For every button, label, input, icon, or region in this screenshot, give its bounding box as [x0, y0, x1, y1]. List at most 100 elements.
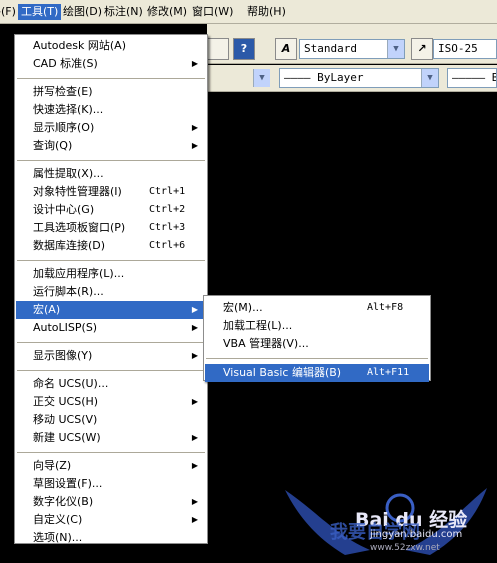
menu-item-label: 宏(M)...: [223, 301, 263, 314]
submenu-arrow-icon: ▶: [191, 351, 198, 360]
menu-item-shortcut: Ctrl+2: [149, 204, 186, 215]
menu-item[interactable]: 显示图像(Y) ▶: [16, 347, 206, 365]
linetype-value: ———— ByLayer: [284, 71, 364, 84]
menu-item[interactable]: 查询(Q) ▶: [16, 137, 206, 155]
menu-item-label: 正交 UCS(H): [33, 395, 99, 408]
menu-item[interactable]: AutoLISP(S) ▶: [16, 319, 206, 337]
lineweight-select[interactable]: ————— B: [447, 68, 497, 88]
dim-style-value: ISO-25: [438, 42, 478, 55]
menu-item[interactable]: 自定义(C) ▶: [16, 511, 206, 529]
menu-item-label: Visual Basic 编辑器(B): [223, 366, 342, 379]
menu-item-label: 草图设置(F)...: [33, 477, 103, 490]
menu-0[interactable]: 文件(F): [0, 4, 19, 20]
menu-item[interactable]: Visual Basic 编辑器(B) Alt+F11: [205, 364, 429, 382]
chevron-down-icon[interactable]: ▼: [387, 40, 404, 58]
menu-item-label: 数字化仪(B): [33, 495, 94, 508]
menu-item[interactable]: 设计中心(G) Ctrl+2: [16, 201, 206, 219]
menu-separator: [17, 260, 205, 261]
linetype-select[interactable]: ———— ByLayer ▼: [279, 68, 439, 88]
menu-item-label: 命名 UCS(U)...: [33, 377, 109, 390]
menu-item[interactable]: VBA 管理器(V)...: [205, 335, 429, 353]
menu-item[interactable]: 对象特性管理器(I) Ctrl+1: [16, 183, 206, 201]
menu-5[interactable]: 窗口(W): [189, 4, 236, 20]
layer-select[interactable]: ▼: [207, 68, 271, 88]
menu-item[interactable]: 快速选择(K)...: [16, 101, 206, 119]
menu-item[interactable]: 运行脚本(R)...: [16, 283, 206, 301]
dim-style-icon[interactable]: ↗: [411, 38, 433, 60]
menu-item-label: Autodesk 网站(A): [33, 39, 126, 52]
menu-item-shortcut: Ctrl+3: [149, 222, 186, 233]
menu-item[interactable]: Autodesk 网站(A): [16, 37, 206, 55]
menu-item-label: 向导(Z): [33, 459, 72, 472]
menu-item[interactable]: 加载工程(L)...: [205, 317, 429, 335]
menu-6[interactable]: 帮助(H): [244, 4, 289, 20]
menu-item[interactable]: 数字化仪(B) ▶: [16, 493, 206, 511]
menu-item[interactable]: 宏(A) ▶: [16, 301, 206, 319]
submenu-arrow-icon: ▶: [191, 461, 198, 470]
menu-item-label: CAD 标准(S): [33, 57, 98, 70]
menu-2[interactable]: 绘图(D): [60, 4, 105, 20]
submenu-arrow-icon: ▶: [191, 497, 198, 506]
menu-item[interactable]: 新建 UCS(W) ▶: [16, 429, 206, 447]
menu-item-label: 查询(Q): [33, 139, 73, 152]
layers-toolbar: ▼ ———— ByLayer ▼ ————— B: [207, 65, 497, 92]
menu-item[interactable]: 加载应用程序(L)...: [16, 265, 206, 283]
menu-item-label: VBA 管理器(V)...: [223, 337, 309, 350]
menu-item-shortcut: Ctrl+6: [149, 240, 186, 251]
menu-separator: [17, 160, 205, 161]
menu-4[interactable]: 修改(M): [144, 4, 190, 20]
menu-1[interactable]: 工具(T): [18, 4, 62, 20]
menu-item[interactable]: 宏(M)... Alt+F8: [205, 299, 429, 317]
menu-item-label: 对象特性管理器(I): [33, 185, 122, 198]
text-style-value: Standard: [304, 42, 357, 55]
toolbar-button[interactable]: [207, 38, 229, 60]
menu-item[interactable]: 草图设置(F)...: [16, 475, 206, 493]
menu-item-label: 显示图像(Y): [33, 349, 93, 362]
lineweight-value: ————— B: [452, 71, 497, 84]
menu-item[interactable]: 显示顺序(O) ▶: [16, 119, 206, 137]
menu-item[interactable]: 命名 UCS(U)...: [16, 375, 206, 393]
menu-item-shortcut: Alt+F11: [367, 367, 410, 378]
watermark-url: jingyan.baidu.com: [370, 529, 463, 540]
tools-menu: Autodesk 网站(A) CAD 标准(S) ▶ 拼写检查(E) 快速选择(K)..…: [14, 34, 208, 544]
menu-item-label: 自定义(C): [33, 513, 83, 526]
menu-item[interactable]: 数据库连接(D) Ctrl+6: [16, 237, 206, 255]
menu-item[interactable]: 属性提取(X)...: [16, 165, 206, 183]
menu-item-label: 数据库连接(D): [33, 239, 106, 252]
menu-item-shortcut: Ctrl+1: [149, 186, 186, 197]
dim-style-select[interactable]: ISO-25: [433, 39, 497, 59]
menu-item[interactable]: 工具选项板窗口(P) Ctrl+3: [16, 219, 206, 237]
menu-item-label: 加载工程(L)...: [223, 319, 293, 332]
menu-item[interactable]: 向导(Z) ▶: [16, 457, 206, 475]
menu-separator: [206, 358, 428, 359]
submenu-arrow-icon: ▶: [191, 141, 198, 150]
menu-item[interactable]: 正交 UCS(H) ▶: [16, 393, 206, 411]
watermark-url2: www.52zxw.net: [370, 543, 440, 553]
submenu-arrow-icon: ▶: [191, 323, 198, 332]
menu-bar: 文件(F)工具(T)绘图(D)标注(N)修改(M)窗口(W) 帮助(H): [0, 0, 497, 24]
menu-item-label: 移动 UCS(V): [33, 413, 98, 426]
menu-item-label: AutoLISP(S): [33, 321, 98, 334]
toolbar-top-strip: [207, 24, 497, 35]
chevron-down-icon[interactable]: ▼: [421, 69, 438, 87]
menu-item-label: 新建 UCS(W): [33, 431, 101, 444]
submenu-arrow-icon: ▶: [191, 305, 198, 314]
menu-item-label: 快速选择(K)...: [33, 103, 104, 116]
styles-toolbar: ? A Standard ▼ ↗ ISO-25: [207, 35, 497, 64]
menu-item[interactable]: 移动 UCS(V): [16, 411, 206, 429]
menu-3[interactable]: 标注(N): [101, 4, 146, 20]
text-style-icon[interactable]: A: [275, 38, 297, 60]
menu-separator: [17, 342, 205, 343]
help-icon[interactable]: ?: [233, 38, 255, 60]
menu-item-label: 工具选项板窗口(P): [33, 221, 126, 234]
menu-item[interactable]: 拼写检查(E): [16, 83, 206, 101]
submenu-arrow-icon: ▶: [191, 515, 198, 524]
menu-item-label: 拼写检查(E): [33, 85, 93, 98]
chevron-down-icon[interactable]: ▼: [253, 69, 270, 87]
macro-submenu: 宏(M)... Alt+F8 加载工程(L)... VBA 管理器(V)... Visu…: [203, 295, 431, 382]
menu-separator: [17, 370, 205, 371]
submenu-arrow-icon: ▶: [191, 397, 198, 406]
menu-item[interactable]: 选项(N)...: [16, 529, 206, 547]
text-style-select[interactable]: Standard ▼: [299, 39, 405, 59]
menu-item[interactable]: CAD 标准(S) ▶: [16, 55, 206, 73]
